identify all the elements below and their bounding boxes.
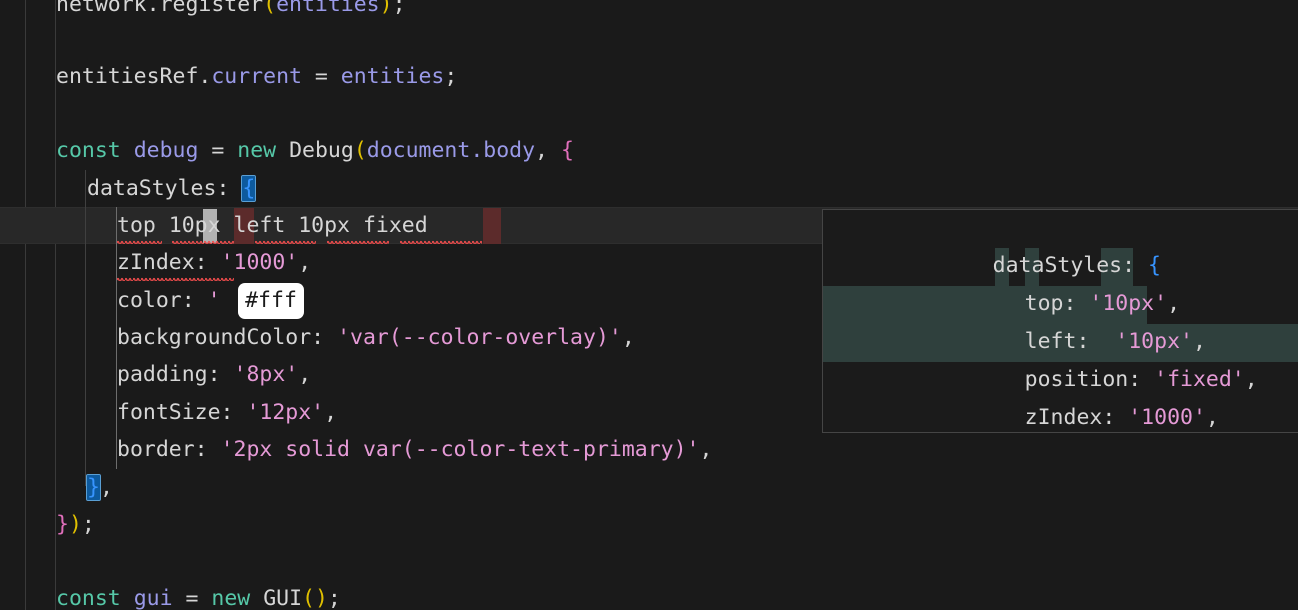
token-quote-open: ' — [208, 288, 221, 313]
token-argument: entities — [276, 0, 380, 17]
token-key-fontsize: fontSize: — [117, 400, 234, 425]
token-semicolon: ; — [444, 64, 457, 89]
suggestion-line-4: position: 'fixed', — [947, 324, 1258, 361]
token-value-var-color-overlay: 'var(--color-overlay)' — [337, 325, 622, 350]
code-line-6[interactable]: dataStyles: { — [0, 170, 1298, 207]
token-equals: = — [302, 64, 341, 89]
token-invalid-declaration: top 10px left 10px fixed — [117, 213, 428, 238]
suggestion-line-3: left: '10px', — [947, 286, 1206, 323]
token-close-brace: } — [56, 512, 69, 537]
token-comma: , — [700, 437, 713, 462]
token-parens: () — [302, 586, 328, 610]
token-value: entities — [341, 64, 445, 89]
token-new-keyword: new — [237, 138, 276, 163]
suggestion-line-1: dataStyles: { — [915, 210, 1161, 247]
token-object: network — [56, 0, 147, 17]
code-line-13[interactable]: border: '2px solid var(--color-text-prim… — [0, 431, 1298, 468]
token-key-datastyles: dataStyles: — [87, 176, 229, 201]
token-open-brace-matched: { — [242, 176, 255, 201]
token-comma: , — [324, 400, 337, 425]
suggestion-line-6: color: '#fff', — [947, 400, 1206, 433]
token-object: entitiesRef — [56, 64, 198, 89]
token-const-keyword: const — [56, 586, 121, 610]
token-open-paren: ( — [354, 138, 367, 163]
token-close-brace-matched: } — [87, 475, 100, 500]
token-dot: . — [198, 64, 211, 89]
token-class-name: Debug — [289, 138, 354, 163]
token-key-backgroundcolor: backgroundColor: — [117, 325, 324, 350]
token-semicolon: ; — [393, 0, 406, 17]
token-equals: = — [185, 586, 198, 610]
suggestion-comma: , — [1245, 367, 1258, 392]
suggestion-line-5: zIndex: '1000', — [947, 362, 1219, 399]
token-open-paren: ( — [263, 0, 276, 17]
token-property: current — [211, 64, 302, 89]
token-dot: . — [147, 0, 160, 17]
token-key-zindex: zIndex: — [117, 250, 208, 275]
token-new-keyword: new — [211, 586, 250, 610]
token-value-border-shorthand: '2px solid var(--color-text-primary)' — [221, 437, 700, 462]
token-variable-name: debug — [134, 138, 199, 163]
token-class-name: GUI — [263, 586, 302, 610]
token-value-8px: '8px' — [234, 362, 299, 387]
token-variable-name: gui — [134, 586, 173, 610]
code-line-3[interactable]: entitiesRef.current = entities; — [0, 58, 1298, 95]
token-method: register — [160, 0, 264, 17]
token-equals: = — [211, 138, 224, 163]
code-editor-viewport[interactable]: network.register(entities); entitiesRef.… — [0, 0, 1298, 610]
suggestion-line-2: top: '10px', — [947, 248, 1180, 285]
token-comma: , — [535, 138, 548, 163]
token-comma: , — [298, 250, 311, 275]
code-line-1[interactable]: network.register(entities); — [0, 0, 1298, 23]
token-key-padding: padding: — [117, 362, 221, 387]
token-close-paren: ) — [69, 512, 82, 537]
token-argument-document-body: document.body — [367, 138, 535, 163]
token-key-color: color: — [117, 288, 195, 313]
token-comma: , — [298, 362, 311, 387]
token-semicolon: ; — [328, 586, 341, 610]
token-key-border: border: — [117, 437, 208, 462]
code-line-17[interactable]: const gui = new GUI(); — [0, 580, 1298, 610]
token-const-keyword: const — [56, 138, 121, 163]
token-open-brace: { — [561, 138, 574, 163]
code-line-5[interactable]: const debug = new Debug(document.body, { — [0, 132, 1298, 169]
color-decorator-swatch[interactable]: #fff — [238, 283, 304, 319]
code-line-14[interactable]: }, — [0, 469, 1298, 506]
token-value-1000: '1000' — [221, 250, 299, 275]
token-comma: , — [622, 325, 635, 350]
token-comma: , — [100, 475, 113, 500]
inline-suggestion-popup[interactable]: dataStyles: { top: '10px', left: '10px',… — [822, 209, 1298, 433]
token-semicolon: ; — [82, 512, 95, 537]
code-line-15[interactable]: }); — [0, 506, 1298, 543]
token-value-12px: '12px' — [246, 400, 324, 425]
suggestion-comma: , — [1206, 405, 1219, 430]
token-close-paren: ) — [380, 0, 393, 17]
